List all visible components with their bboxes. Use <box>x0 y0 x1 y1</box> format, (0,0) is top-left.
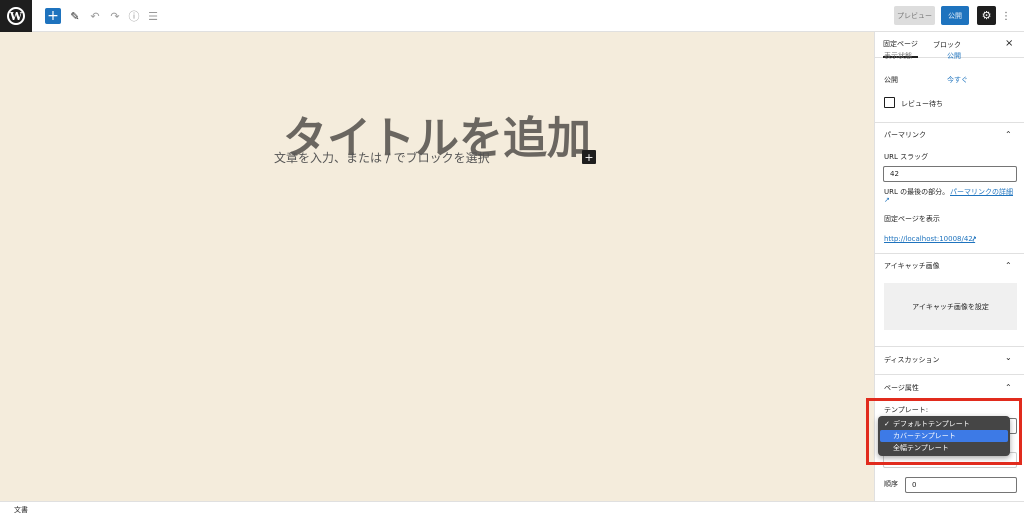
template-dropdown-menu: ✓ デフォルトテンプレート カバーテンプレート 全幅テンプレート <box>878 416 1010 456</box>
divider <box>875 253 1024 254</box>
chevron-down-icon[interactable]: ⌄ <box>1005 353 1012 362</box>
order-input[interactable]: 0 <box>905 477 1017 493</box>
external-link-icon: ↗ <box>884 196 890 204</box>
editor-toolbar: W + ✎ ↶ ↷ ⓘ ☰ プレビュー 公開 ⚙ ⋮ <box>0 0 1024 32</box>
block-breadcrumb-bar: 文書 <box>0 501 1024 516</box>
template-option-full-width[interactable]: 全幅テンプレート <box>880 442 1008 454</box>
option-label: カバーテンプレート <box>893 432 956 440</box>
settings-gear-icon[interactable]: ⚙ <box>977 6 996 25</box>
template-option-cover[interactable]: カバーテンプレート <box>880 430 1008 442</box>
pending-review-label: レビュー待ち <box>901 100 943 108</box>
featured-image-panel-title[interactable]: アイキャッチ画像 <box>884 261 940 271</box>
add-block-button[interactable]: + <box>45 8 61 24</box>
discussion-panel-title[interactable]: ディスカッション <box>884 355 940 365</box>
option-label: デフォルトテンプレート <box>893 420 970 428</box>
info-icon[interactable]: ⓘ <box>127 8 141 24</box>
inline-add-block-icon[interactable]: + <box>582 150 596 164</box>
chevron-up-icon[interactable]: ⌃ <box>1005 383 1012 392</box>
view-page-label: 固定ページを表示 <box>884 215 940 223</box>
edit-tools-icon[interactable]: ✎ <box>68 8 82 24</box>
editor-canvas: タイトルを追加 文章を入力、または / でブロックを選択 + <box>0 32 874 501</box>
undo-icon[interactable]: ↶ <box>88 8 102 24</box>
wordpress-logo-button[interactable]: W <box>0 0 32 32</box>
permalink-help-link[interactable]: パーマリンクの詳細 <box>950 187 1013 197</box>
redo-icon[interactable]: ↷ <box>108 8 122 24</box>
permalink-help-text: URL の最後の部分。 <box>884 188 950 196</box>
page-attributes-panel-title[interactable]: ページ属性 <box>884 383 919 393</box>
list-view-icon[interactable]: ☰ <box>146 8 160 24</box>
external-link-icon: ↗ <box>971 235 977 243</box>
publish-label: 公開 <box>884 76 898 84</box>
publish-button[interactable]: 公開 <box>941 6 969 25</box>
url-slug-label: URL スラッグ <box>884 153 929 161</box>
template-option-default[interactable]: ✓ デフォルトテンプレート <box>880 418 1008 430</box>
chevron-up-icon[interactable]: ⌃ <box>1005 261 1012 270</box>
preview-button[interactable]: プレビュー <box>894 6 935 25</box>
set-featured-image-button[interactable]: アイキャッチ画像を設定 <box>884 283 1017 330</box>
breadcrumb-document[interactable]: 文書 <box>14 505 28 515</box>
publish-date-link[interactable]: 今すぐ <box>947 75 968 85</box>
template-label: テンプレート: <box>884 406 929 414</box>
url-slug-input[interactable]: 42 <box>883 166 1017 182</box>
order-label: 順序 <box>884 480 898 488</box>
more-options-icon[interactable]: ⋮ <box>1001 8 1011 24</box>
visibility-value-link[interactable]: 公開 <box>947 51 961 61</box>
checkmark-icon: ✓ <box>884 420 890 428</box>
chevron-up-icon[interactable]: ⌃ <box>1005 130 1012 139</box>
close-sidebar-icon[interactable]: × <box>1005 38 1013 49</box>
wordpress-icon: W <box>7 7 25 25</box>
permalink-panel-title[interactable]: パーマリンク <box>884 130 926 140</box>
divider <box>875 374 1024 375</box>
visibility-label: 表示状態 <box>884 52 912 60</box>
page-url-link[interactable]: http://localhost:10008/42/ <box>884 235 975 243</box>
pending-review-checkbox[interactable] <box>884 97 895 108</box>
divider <box>875 122 1024 123</box>
divider <box>875 346 1024 347</box>
option-label: 全幅テンプレート <box>893 444 949 452</box>
paragraph-block-placeholder[interactable]: 文章を入力、または / でブロックを選択 <box>274 149 490 166</box>
